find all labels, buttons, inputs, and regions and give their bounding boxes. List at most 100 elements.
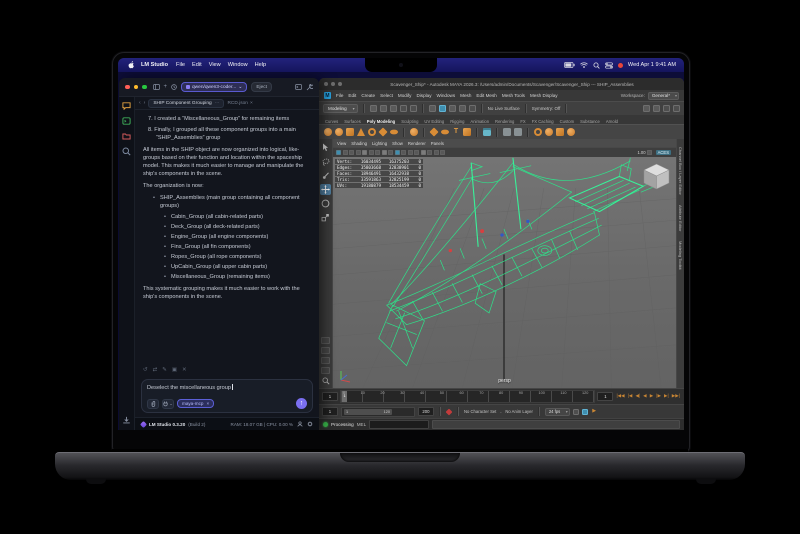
rotate-tool-icon[interactable] [320, 198, 331, 209]
hypershade-icon[interactable] [673, 105, 680, 112]
ipr-render-icon[interactable] [653, 105, 660, 112]
maya-menu-mesh-display[interactable]: Mesh Display [530, 93, 558, 98]
motion-blur-icon[interactable] [434, 150, 439, 155]
wifi-icon[interactable] [580, 62, 588, 68]
discover-search-nav-icon[interactable] [122, 147, 131, 156]
step-back-button[interactable]: |◀ [627, 394, 634, 399]
ship-wireframe[interactable] [379, 158, 667, 366]
poly-pyramid-icon[interactable] [378, 127, 387, 136]
branch-icon[interactable]: ⇄ [153, 367, 158, 373]
select-tool-icon[interactable] [320, 142, 331, 153]
snap-to-grid-icon[interactable] [429, 105, 436, 112]
tab-close-icon[interactable]: × [250, 101, 253, 106]
plugins-button[interactable]: ⌄ [162, 399, 174, 409]
active-app-name[interactable]: LM Studio [141, 62, 168, 68]
panel-menu-renderer[interactable]: Renderer [408, 141, 426, 146]
panel-menu-lighting[interactable]: Lighting [372, 141, 387, 146]
playblast-icon[interactable]: ▶ [591, 409, 597, 414]
gamma-icon[interactable] [647, 150, 652, 155]
search-icon[interactable] [593, 62, 600, 69]
zoom-window-button[interactable] [142, 85, 147, 90]
snap-to-plane-icon[interactable] [459, 105, 466, 112]
maya-menu-mesh-tools[interactable]: Mesh Tools [502, 93, 525, 98]
render-icon[interactable] [643, 105, 650, 112]
panel-menu-view[interactable]: View [337, 141, 346, 146]
workspace-dropdown[interactable]: General* [648, 92, 679, 100]
go-to-end-button[interactable]: ▶▶| [671, 394, 681, 399]
poly-count-icon[interactable] [483, 128, 491, 136]
make-live-icon[interactable] [469, 105, 476, 112]
close-window-button[interactable] [125, 85, 130, 90]
wrench-icon[interactable] [306, 84, 313, 91]
menu-set-dropdown[interactable]: Modeling [323, 104, 358, 113]
sweep-mesh-icon[interactable] [441, 130, 449, 135]
color-space-badge[interactable]: ACES [656, 150, 671, 155]
battery-icon[interactable] [564, 62, 575, 68]
locator-red-icon[interactable] [480, 229, 484, 233]
measure-distance-icon[interactable] [503, 128, 511, 136]
menu-bar-clock[interactable]: Wed Apr 1 9:41 AM [628, 62, 676, 68]
tab-attribute-editor[interactable]: Attribute Editor [678, 205, 683, 231]
previous-key-button[interactable]: ◀| [634, 394, 641, 399]
2d-pan-zoom-icon[interactable] [369, 150, 374, 155]
go-to-start-button[interactable]: |◀◀ [615, 394, 625, 399]
copy-icon[interactable]: ▣ [172, 367, 177, 373]
panel-menu-shading[interactable]: Shading [351, 141, 367, 146]
wireframe-on-shaded-icon[interactable] [395, 150, 400, 155]
animation-end-field[interactable]: 200 [418, 407, 434, 416]
mel-command-input[interactable] [369, 420, 429, 429]
exposure-value[interactable]: 1.00 [637, 150, 645, 155]
maya-menu-edit-mesh[interactable]: Edit Mesh [476, 93, 496, 98]
shaded-mode-icon[interactable] [401, 150, 406, 155]
maya-menu-modify[interactable]: Modify [398, 93, 412, 98]
poly-torus-icon[interactable] [368, 128, 376, 136]
current-frame-field[interactable]: 1 [597, 392, 613, 401]
chat-transcript[interactable]: 7. I created a “Miscellaneous_Group” for… [135, 110, 319, 364]
zoom-window-button[interactable] [338, 82, 342, 86]
apple-logo-icon[interactable] [126, 61, 134, 70]
range-end-handle[interactable]: 120 [384, 410, 390, 414]
graph-editor-icon[interactable] [582, 409, 588, 415]
platonic-solid-icon[interactable] [410, 128, 418, 136]
menu-help[interactable]: Help [255, 62, 267, 68]
ao-toggle-icon[interactable] [427, 150, 432, 155]
regenerate-icon[interactable]: ↺ [143, 367, 148, 373]
character-set-dropdown[interactable]: No Character Set [464, 409, 496, 414]
tab-menu-icon[interactable]: ··· [215, 101, 220, 106]
chat-nav-icon[interactable] [122, 102, 131, 110]
auto-keyframe-icon[interactable] [446, 408, 453, 415]
film-gate-icon[interactable] [388, 150, 393, 155]
symmetry-status[interactable]: Symmetry: Off [532, 106, 561, 111]
minimize-window-button[interactable] [134, 85, 139, 90]
maya-menu-select[interactable]: Select [380, 93, 393, 98]
render-settings-icon[interactable] [663, 105, 670, 112]
terminal-icon[interactable] [295, 84, 302, 90]
image-plane-icon[interactable] [463, 128, 471, 136]
nav-back-icon[interactable]: ‹ [139, 100, 141, 106]
menu-view[interactable]: View [209, 62, 221, 68]
open-scene-icon[interactable] [380, 105, 387, 112]
sidebar-toggle-icon[interactable] [153, 84, 160, 90]
smooth-mesh-icon[interactable] [567, 128, 575, 136]
panel-menu-panels[interactable]: Panels [431, 141, 444, 146]
recording-indicator-icon[interactable] [618, 63, 623, 68]
zoom-tool-icon[interactable] [322, 377, 330, 385]
layout-single-pane-icon[interactable] [321, 337, 330, 344]
mute-playback-icon[interactable] [573, 409, 579, 415]
send-message-button[interactable]: ↑ [296, 398, 307, 409]
lasso-tool-icon[interactable] [320, 156, 331, 167]
locator-blue-icon[interactable] [500, 233, 503, 236]
grid-toggle-icon[interactable] [382, 150, 387, 155]
menu-edit[interactable]: Edit [192, 62, 202, 68]
panel-menu-show[interactable]: Show [392, 141, 403, 146]
tab-rcd-json[interactable]: RCD.json × [227, 101, 252, 106]
tab-modeling-toolkit[interactable]: Modeling Toolkit [678, 241, 683, 270]
control-center-icon[interactable] [605, 62, 613, 69]
boolean-difference-icon[interactable] [545, 128, 553, 136]
maya-logo-icon[interactable]: M [324, 92, 331, 99]
poly-cube-icon[interactable] [335, 128, 343, 136]
oversampling-icon[interactable] [375, 150, 380, 155]
textured-mode-icon[interactable] [408, 150, 413, 155]
start-frame-mini-field[interactable]: 1 [322, 392, 338, 401]
maya-menu-create[interactable]: Create [361, 93, 375, 98]
